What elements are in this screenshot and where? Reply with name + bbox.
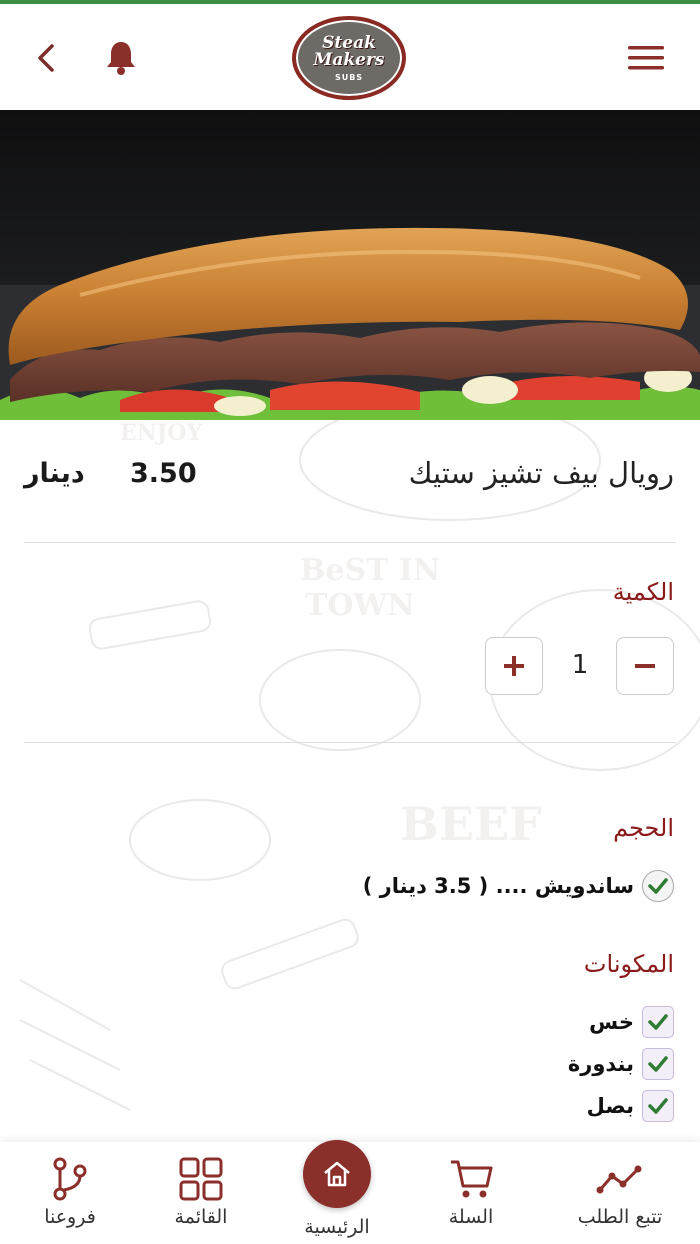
- checkbox-checked[interactable]: [642, 1090, 674, 1122]
- divider: [24, 542, 676, 543]
- grid-icon: [179, 1157, 223, 1201]
- bell-icon: [107, 42, 135, 75]
- checkmark-icon: [648, 1014, 668, 1030]
- ingredient-label: بصل: [586, 1094, 634, 1118]
- menu-button[interactable]: [622, 34, 670, 82]
- checkbox-checked[interactable]: [642, 1048, 674, 1080]
- radio-checked[interactable]: [642, 870, 674, 902]
- nav-label: فروعنا: [44, 1206, 96, 1228]
- nav-label: تتبع الطلب: [577, 1206, 663, 1228]
- checkmark-icon: [648, 1056, 668, 1072]
- checkmark-icon: [648, 1098, 668, 1114]
- product-title: رويال بيف تشيز ستيك: [408, 456, 674, 490]
- nav-label: القائمة: [174, 1206, 228, 1228]
- chevron-left-icon: [38, 44, 54, 72]
- nav-branches[interactable]: فروعنا: [0, 1142, 140, 1244]
- svg-text:TOWN: TOWN: [305, 588, 415, 623]
- brand-logo[interactable]: Steak Makers SUBS: [292, 16, 406, 100]
- product-price: 3.50: [130, 458, 197, 489]
- app-header: Steak Makers SUBS: [0, 0, 700, 110]
- bottom-navigation: فروعنا القائمة الرئيسية السلة تتبع الطلب: [0, 1140, 700, 1244]
- quantity-decrease-button[interactable]: [616, 637, 674, 695]
- quantity-value: 1: [571, 650, 589, 680]
- product-image: [0, 110, 700, 420]
- nav-label: الرئيسية: [304, 1216, 370, 1238]
- svg-text:ENJOY: ENJOY: [120, 420, 202, 446]
- minus-icon: [635, 664, 655, 668]
- nav-home[interactable]: الرئيسية: [267, 1152, 407, 1244]
- logo-text-3: SUBS: [334, 72, 364, 82]
- plus-icon: [504, 656, 524, 676]
- ingredient-option[interactable]: خس: [589, 1006, 674, 1038]
- cart-icon: [451, 1160, 493, 1198]
- svg-text:BEEF: BEEF: [400, 797, 542, 851]
- nav-label: السلة: [448, 1206, 494, 1228]
- nav-cart[interactable]: السلة: [401, 1142, 541, 1244]
- divider: [24, 742, 676, 743]
- checkbox-checked[interactable]: [642, 1006, 674, 1038]
- ingredient-option[interactable]: بندورة: [568, 1048, 674, 1080]
- hamburger-icon: [628, 46, 664, 70]
- logo-text-2: Makers: [313, 49, 385, 70]
- svg-text:BeST IN: BeST IN: [300, 553, 440, 588]
- quantity-increase-button[interactable]: [485, 637, 543, 695]
- nav-menu[interactable]: القائمة: [131, 1142, 271, 1244]
- size-option-label: ساندويش .... ( 3.5 دينار ): [362, 874, 634, 898]
- ingredient-option[interactable]: بصل: [587, 1090, 674, 1122]
- back-button[interactable]: [22, 34, 70, 82]
- branches-icon: [53, 1157, 87, 1201]
- size-option[interactable]: ساندويش .... ( 3.5 دينار ): [363, 870, 674, 902]
- ingredients-label: المكونات: [583, 950, 674, 978]
- product-details: BeST IN TOWN BEEF ENJOY رويال بيف تشيز س…: [0, 420, 700, 1142]
- size-label: الحجم: [613, 814, 674, 842]
- notifications-button[interactable]: [97, 34, 145, 82]
- ingredient-label: بندورة: [567, 1052, 634, 1076]
- price-currency: دينار: [24, 458, 85, 489]
- track-order-icon: [596, 1165, 642, 1194]
- quantity-label: الكمية: [612, 578, 674, 606]
- sandwich-illustration: [0, 227, 700, 420]
- nav-track-order[interactable]: تتبع الطلب: [550, 1142, 690, 1244]
- logo-text-1: Steak: [322, 32, 376, 53]
- checkmark-icon: [648, 878, 668, 894]
- ingredient-label: خس: [589, 1010, 634, 1034]
